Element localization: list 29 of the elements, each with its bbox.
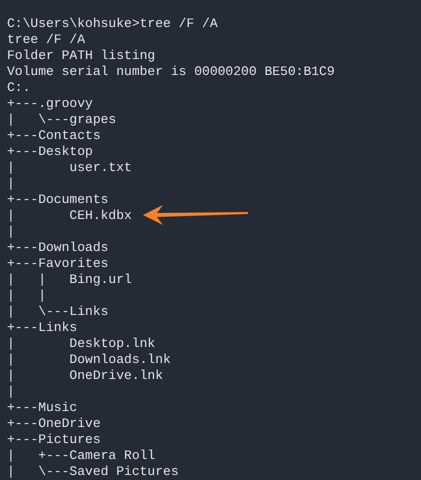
terminal-line: | | Bing.url	[7, 272, 132, 288]
terminal-line: | Desktop.lnk	[7, 336, 156, 352]
terminal-line: +---Links	[7, 320, 78, 336]
terminal-line: C:\Users\kohsuke>tree /F /A	[7, 16, 218, 32]
terminal-line: +---Desktop	[7, 144, 93, 160]
terminal-line: +---OneDrive	[7, 416, 101, 432]
terminal-line: | Downloads.lnk	[7, 352, 171, 368]
terminal-line: tree /F /A	[7, 32, 86, 48]
terminal-line: | \---Saved Pictures	[7, 464, 179, 480]
terminal-line: +---Contacts	[7, 128, 101, 144]
terminal-line: +---Favorites	[7, 256, 108, 272]
terminal-line: | |	[7, 288, 46, 304]
terminal-line: +---Pictures	[7, 432, 101, 448]
terminal-line: | \---grapes	[7, 112, 116, 128]
terminal-line: |	[7, 224, 15, 240]
terminal-line: | +---Camera Roll	[7, 448, 156, 464]
terminal-line: +---Music	[7, 400, 78, 416]
terminal-line: +---Documents	[7, 192, 108, 208]
terminal-line: +---.groovy	[7, 96, 93, 112]
terminal-line: |	[7, 384, 15, 400]
terminal-line: | \---Links	[7, 304, 108, 320]
terminal-line: |	[7, 176, 15, 192]
terminal-line: | user.txt	[7, 160, 132, 176]
terminal-line: | CEH.kdbx	[7, 208, 132, 224]
terminal-line: | OneDrive.lnk	[7, 368, 164, 384]
terminal-line: C:.	[7, 80, 30, 96]
terminal-line: Folder PATH listing	[7, 48, 156, 64]
terminal-line: Volume serial number is 00000200 BE50:B1C9	[7, 64, 335, 80]
terminal-line: +---Downloads	[7, 240, 108, 256]
